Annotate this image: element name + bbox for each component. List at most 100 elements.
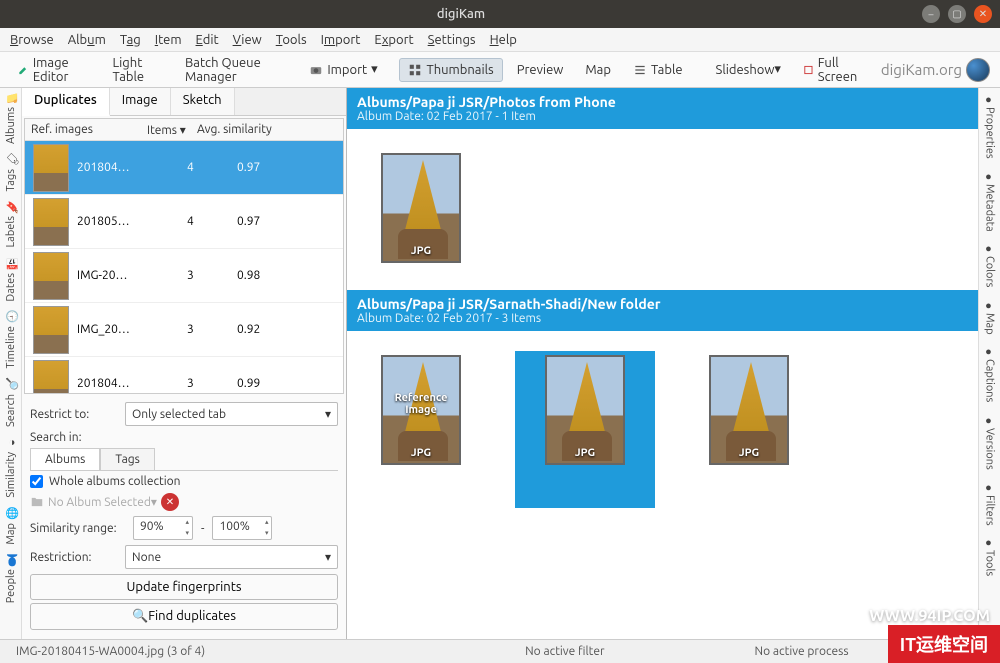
vtab-map[interactable]: ●Map <box>982 294 998 341</box>
tab-icon: ● <box>985 346 995 356</box>
format-badge: JPG <box>711 447 787 459</box>
vtab-versions[interactable]: ●Versions <box>982 409 998 476</box>
vtab-properties[interactable]: ●Properties <box>982 88 998 165</box>
vtab-albums[interactable]: Albums📁 <box>3 88 19 150</box>
thumbnail-item[interactable]: JPG <box>515 351 655 508</box>
table-row[interactable]: 201804…30.99 <box>25 357 343 393</box>
row-similarity: 0.99 <box>237 377 343 390</box>
menu-browse[interactable]: Browse <box>10 33 54 47</box>
similarity-min-input[interactable]: 90% <box>133 516 193 540</box>
vtab-timeline[interactable]: Timeline🕒 <box>3 307 19 375</box>
restriction-label: Restriction: <box>30 551 125 564</box>
tab-icon: ● <box>985 171 995 181</box>
fullscreen-button[interactable]: Full Screen <box>795 52 875 88</box>
menu-tools[interactable]: Tools <box>276 33 307 47</box>
tab-image[interactable]: Image <box>110 88 171 115</box>
find-duplicates-button[interactable]: 🔍Find duplicates <box>30 603 338 630</box>
main-toolbar: Image Editor Light Table Batch Queue Man… <box>0 52 1000 88</box>
watermark-brand: IT运维空间 <box>888 625 1000 663</box>
thumbnail-item[interactable]: JPG <box>705 351 793 508</box>
vtab-map[interactable]: Map🌐 <box>3 504 19 551</box>
table-header: Ref. images Items ▾ Avg. similarity <box>25 119 343 141</box>
row-similarity: 0.98 <box>237 269 343 282</box>
vtab-tools[interactable]: ●Tools <box>982 531 998 582</box>
table-row[interactable]: IMG_20…30.92 <box>25 303 343 357</box>
menu-item[interactable]: Item <box>155 33 182 47</box>
col-items[interactable]: Items ▾ <box>147 123 197 137</box>
watermark-url: WWW.94IP.COM <box>869 607 990 625</box>
menu-view[interactable]: View <box>233 33 262 47</box>
tab-icon: ● <box>985 482 995 492</box>
vtab-tags[interactable]: Tags🏷 <box>3 150 19 197</box>
chevron-down-icon: ▾ <box>151 495 157 509</box>
preview-mode-button[interactable]: Preview <box>509 59 572 81</box>
batch-queue-manager-button[interactable]: Batch Queue Manager <box>177 52 295 88</box>
brand-link[interactable]: digiKam.org <box>881 58 990 82</box>
clear-album-button[interactable]: ✕ <box>161 493 179 511</box>
row-name: 201805… <box>77 215 187 228</box>
thumbnails-mode-button[interactable]: Thumbnails <box>399 58 502 82</box>
table-mode-button[interactable]: Table <box>625 59 691 81</box>
window-minimize-button[interactable]: – <box>922 5 940 23</box>
vtab-metadata[interactable]: ●Metadata <box>982 165 998 238</box>
album-meta: Album Date: 02 Feb 2017 - 1 Item <box>357 110 968 123</box>
vtab-people[interactable]: People👤 <box>3 550 19 609</box>
menu-tag[interactable]: Tag <box>120 33 141 47</box>
map-mode-button[interactable]: Map <box>577 59 619 81</box>
thumbnail-image: JPG <box>381 153 461 263</box>
tab-icon: ◐ <box>6 439 16 449</box>
menu-settings[interactable]: Settings <box>428 33 476 47</box>
vtab-labels[interactable]: Labels🔖 <box>3 197 19 253</box>
tab-icon: ● <box>985 415 995 425</box>
import-button[interactable]: Import ▾ <box>301 58 385 81</box>
menu-edit[interactable]: Edit <box>196 33 219 47</box>
thumbnail-item[interactable]: JPG <box>377 149 465 270</box>
restriction-select[interactable]: None▾ <box>125 545 338 569</box>
whole-albums-checkbox[interactable] <box>30 475 43 488</box>
subtab-albums[interactable]: Albums <box>30 448 100 470</box>
restrict-to-label: Restrict to: <box>30 408 125 421</box>
album-select[interactable]: No Album Selected▾ <box>30 495 157 509</box>
left-panel-tabs: Duplicates Image Sketch <box>22 88 346 116</box>
slideshow-button[interactable]: Slideshow ▾ <box>708 58 789 81</box>
vtab-colors[interactable]: ●Colors <box>982 237 998 293</box>
restrict-to-select[interactable]: Only selected tab▾ <box>125 402 338 426</box>
row-thumbnail <box>33 306 69 354</box>
table-row[interactable]: IMG-20…30.98 <box>25 249 343 303</box>
row-name: 201804… <box>77 161 187 174</box>
vtab-similarity[interactable]: Similarity◐ <box>3 433 19 504</box>
thumbnail-item[interactable]: Reference ImageJPG <box>377 351 465 508</box>
similarity-range-label: Similarity range: <box>30 522 125 535</box>
window-maximize-button[interactable]: ▢ <box>948 5 966 23</box>
thumbnail-area: Albums/Papa ji JSR/Photos from PhoneAlbu… <box>347 88 978 639</box>
image-editor-button[interactable]: Image Editor <box>10 52 99 88</box>
vtab-dates[interactable]: Dates📅 <box>3 254 19 308</box>
vtab-search[interactable]: Search🔍 <box>3 375 19 433</box>
vtab-captions[interactable]: ●Captions <box>982 340 998 408</box>
light-table-button[interactable]: Light Table <box>105 52 172 88</box>
col-ref-images[interactable]: Ref. images <box>25 123 147 136</box>
table-row[interactable]: 201805…40.97 <box>25 195 343 249</box>
folder-icon <box>30 495 44 509</box>
table-row[interactable]: 201804…40.97 <box>25 141 343 195</box>
reference-label: Reference Image <box>383 392 459 416</box>
vtab-filters[interactable]: ●Filters <box>982 476 998 532</box>
update-fingerprints-button[interactable]: Update fingerprints <box>30 574 338 600</box>
whole-albums-label: Whole albums collection <box>49 475 181 488</box>
menu-album[interactable]: Album <box>68 33 106 47</box>
menu-help[interactable]: Help <box>490 33 517 47</box>
row-similarity: 0.92 <box>237 323 343 336</box>
menu-export[interactable]: Export <box>374 33 413 47</box>
format-badge: JPG <box>547 447 623 459</box>
window-close-button[interactable]: ✕ <box>974 5 992 23</box>
subtab-tags[interactable]: Tags <box>100 448 154 470</box>
status-bar: IMG-20180415-WA0004.jpg (3 of 4) No acti… <box>0 639 1000 663</box>
menu-import[interactable]: Import <box>321 33 361 47</box>
globe-icon <box>966 58 990 82</box>
row-name: IMG_20… <box>77 323 187 336</box>
similarity-max-input[interactable]: 100% <box>212 516 272 540</box>
row-thumbnail <box>33 252 69 300</box>
col-avg-similarity[interactable]: Avg. similarity <box>197 123 343 136</box>
tab-sketch[interactable]: Sketch <box>171 88 235 115</box>
tab-duplicates[interactable]: Duplicates <box>22 88 110 116</box>
